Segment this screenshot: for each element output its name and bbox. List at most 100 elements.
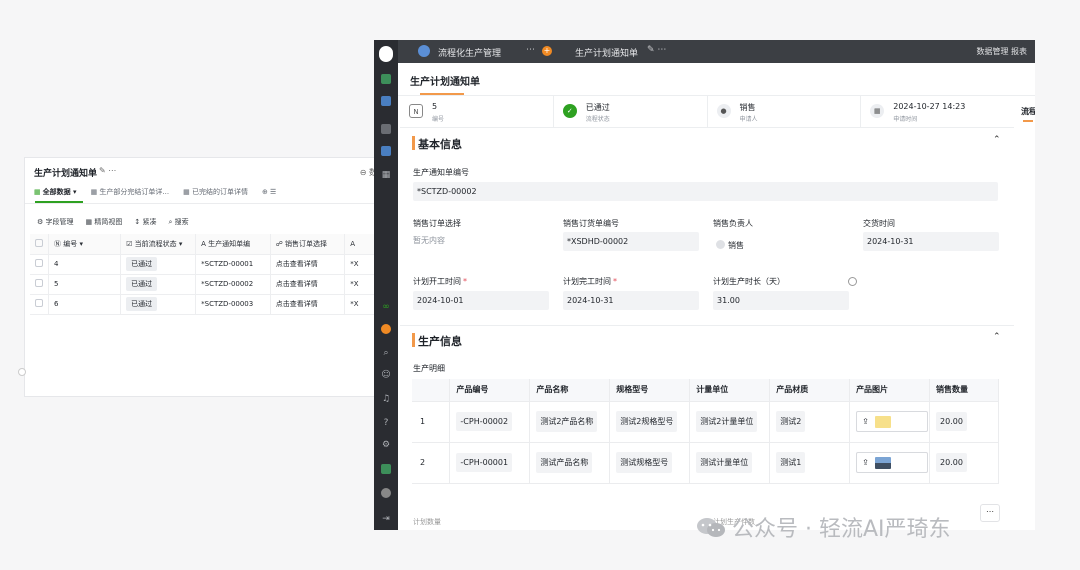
workspace-icon[interactable] [381, 464, 391, 474]
row-checkbox[interactable] [30, 274, 49, 295]
chevron-up-icon[interactable]: ⌃ [993, 332, 1001, 342]
product-thumbnail[interactable] [874, 456, 891, 469]
top-right-menu[interactable]: 数据管理 报表 [976, 46, 1027, 57]
row-checkbox[interactable] [30, 254, 49, 275]
more-actions-button[interactable]: ⋯ [980, 504, 1000, 522]
image-upload[interactable]: ⇪ [856, 411, 929, 432]
avatar[interactable] [381, 488, 391, 498]
material-value: 测试2 [776, 411, 806, 432]
field-manage-button[interactable]: ⚙ 字段管理 [37, 217, 74, 227]
app-sidebar: ▦ ∞ ⌕ ☺ ♫ ? ⚙ ⇥ [374, 40, 398, 530]
app-add-icon[interactable]: + [542, 46, 552, 56]
sales-order-empty[interactable]: 暂无内容 [413, 235, 445, 246]
cell-image[interactable]: ⇪ [849, 442, 931, 484]
search-label: 搜索 [174, 218, 189, 226]
cell-qty[interactable]: 20.00 [929, 442, 999, 484]
list-title-actions[interactable]: ✎ ⋯ [99, 166, 116, 175]
detail-label: 生产明细 [413, 364, 445, 373]
avatar [716, 240, 725, 249]
spec-value: 测试2规格型号 [616, 411, 678, 432]
upload-icon[interactable]: ⇪ [862, 458, 869, 467]
cell-notice-no: *SCTZD-00001 [195, 254, 271, 275]
form-actions-icons[interactable]: ✎ ⋯ [647, 45, 666, 55]
start-label: 计划开工时间 * [413, 276, 467, 287]
cell-detail-link[interactable]: 点击查看详情 [270, 254, 346, 275]
cell-qty[interactable]: 20.00 [929, 401, 999, 443]
cell-spec[interactable]: 测试2规格型号 [609, 401, 691, 443]
cell-detail-link[interactable]: 点击查看详情 [270, 294, 346, 315]
production-info-title: 生产信息 [418, 335, 462, 348]
flow-icon[interactable]: ∞ [381, 302, 391, 312]
app-icon-1[interactable] [381, 74, 391, 84]
app-name[interactable]: 流程化生产管理 [438, 46, 501, 59]
cell-detail-link[interactable]: 点击查看详情 [270, 274, 346, 295]
cell-product-code[interactable]: -CPH-00002 [449, 401, 531, 443]
cell-material[interactable]: 测试1 [769, 442, 851, 484]
cell-product-name[interactable]: 测试2产品名称 [529, 401, 611, 443]
number-icon: N [409, 104, 423, 118]
app-icon-2[interactable] [381, 96, 391, 106]
table-row[interactable]: 4 已通过 *SCTZD-00001 点击查看详情 *X [30, 254, 383, 275]
product-thumbnail[interactable] [874, 415, 891, 428]
row-checkbox[interactable] [30, 294, 49, 315]
search-button[interactable]: ⌕ 搜索 [168, 217, 188, 227]
delivery-field[interactable]: 2024-10-31 [863, 232, 999, 251]
app-icon-3[interactable] [381, 124, 391, 134]
cell-unit[interactable]: 测试计量单位 [689, 442, 771, 484]
required-mark: * [613, 277, 617, 286]
col-number[interactable]: Ⓝ 编号 ▾ [48, 234, 122, 255]
summary-applicant: ● 销售 申请人 [708, 96, 862, 127]
start-field[interactable]: 2024-10-01 [413, 291, 549, 310]
col-material: 产品材质 [769, 379, 851, 402]
apps-grid-icon[interactable]: ▦ [381, 170, 391, 180]
image-upload[interactable]: ⇪ [856, 452, 929, 473]
owner-chip[interactable]: 销售 [716, 240, 744, 251]
tab-partial-orders[interactable]: ▦ 生产部分完结订单详... [91, 187, 170, 197]
col-sales-order[interactable]: ☍ 销售订单选择 [270, 234, 346, 255]
upload-icon[interactable]: ⇪ [862, 417, 869, 426]
col-notice-no[interactable]: A 生产通知单编 [195, 234, 271, 255]
notice-dot-icon[interactable] [381, 324, 391, 334]
collapse-handle[interactable] [18, 368, 26, 376]
end-field[interactable]: 2024-10-31 [563, 291, 699, 310]
bell-icon[interactable]: ♫ [381, 394, 391, 404]
wechat-watermark: 公众号 · 轻流AI严琦东 [696, 511, 951, 543]
tab-flow[interactable]: 流程 [1021, 106, 1035, 117]
compact-view-button[interactable]: ▦ 精简视图 [86, 217, 123, 227]
tab-all-data-label: 全部数据 [42, 188, 71, 196]
notice-no-field[interactable]: *SCTZD-00002 [413, 182, 998, 201]
col-qty: 销售数量 [929, 379, 999, 402]
app-icon-4[interactable] [381, 146, 391, 156]
users-icon[interactable]: ☺ [381, 370, 391, 380]
tab-completed-orders-label: 已完结的订单详情 [191, 188, 248, 196]
cell-product-name[interactable]: 测试产品名称 [529, 442, 611, 484]
select-all-checkbox[interactable] [30, 234, 49, 255]
cell-product-code[interactable]: -CPH-00001 [449, 442, 531, 484]
app-more-icon[interactable]: ⋯ [526, 45, 535, 55]
add-view-icon[interactable]: ⊕ ☰ [262, 188, 276, 196]
duration-label: 计划生产时长（天） [713, 277, 785, 286]
expand-sidebar-icon[interactable]: ⇥ [381, 514, 391, 524]
tab-completed-orders[interactable]: ▦ 已完结的订单详情 [183, 187, 248, 197]
cell-spec[interactable]: 测试规格型号 [609, 442, 691, 484]
row-index: 2 [412, 442, 451, 484]
form-name[interactable]: 生产计划通知单 [575, 46, 638, 59]
table-row[interactable]: 6 已通过 *SCTZD-00003 点击查看详情 *X [30, 294, 383, 315]
duration-field[interactable]: 31.00 [713, 291, 849, 310]
settings-icon[interactable]: ⚙ [381, 440, 391, 450]
summary-time-value: 2024-10-27 14:23 [893, 102, 966, 111]
owner-label: 销售负责人 [713, 219, 753, 228]
table-row[interactable]: 5 已通过 *SCTZD-00002 点击查看详情 *X [30, 274, 383, 295]
tab-all-data[interactable]: ▦ 全部数据 ▾ [34, 187, 77, 197]
col-status[interactable]: ☑ 当前流程状态 ▾ [120, 234, 197, 255]
cell-image[interactable]: ⇪ [849, 401, 931, 443]
cell-material[interactable]: 测试2 [769, 401, 851, 443]
cell-unit[interactable]: 测试2计量单位 [689, 401, 771, 443]
sales-no-field[interactable]: *XSDHD-00002 [563, 232, 699, 251]
chevron-up-icon[interactable]: ⌃ [993, 135, 1001, 145]
dense-button[interactable]: ↕ 紧凑 [134, 217, 156, 227]
help-icon[interactable]: ? [381, 418, 391, 428]
basic-info-title: 基本信息 [418, 138, 462, 151]
search-icon[interactable]: ⌕ [381, 348, 391, 358]
col-unit: 计量单位 [689, 379, 771, 402]
